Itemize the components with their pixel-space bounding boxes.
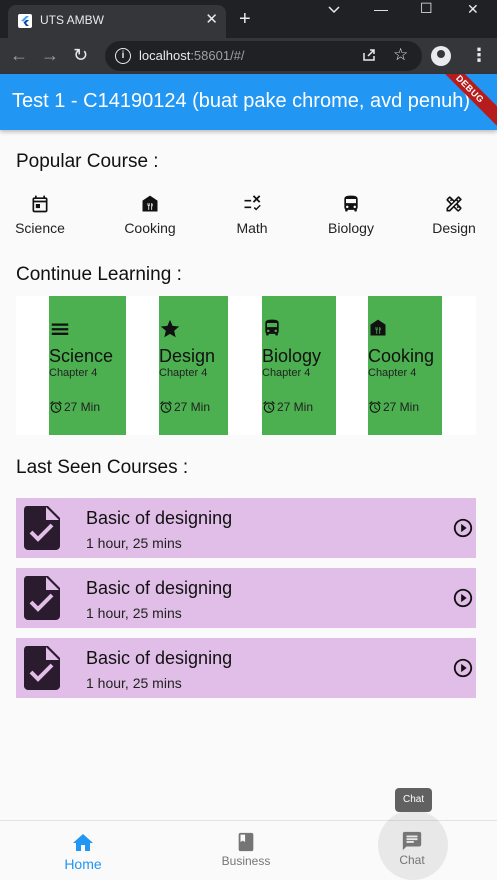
assignment-turned-in-icon [24,646,60,690]
browser-titlebar: UTS AMBW ✕ + — ☐ ✕ [0,0,497,38]
tab-close-icon[interactable]: ✕ [205,11,218,29]
popular-item-label: Cooking [124,220,176,236]
bottom-nav-business[interactable]: Business [163,821,329,877]
bus-icon [265,319,279,336]
last-seen-item[interactable]: Basic of designing 1 hour, 25 mins [16,568,476,628]
last-seen-item[interactable]: Basic of designing 1 hour, 25 mins [16,638,476,698]
bus-icon [344,195,358,212]
app-bar-title: Test 1 - C14190124 (buat pake chrome, av… [12,90,471,112]
home-icon [73,834,93,851]
course-duration: 1 hour, 25 mins [86,675,182,691]
card-duration: 27 Min [49,400,100,414]
flutter-favicon-icon [18,14,32,28]
course-title: Basic of designing [86,578,233,598]
star-icon [160,319,180,338]
popular-item-biology[interactable]: Biology [311,194,391,236]
course-duration: 1 hour, 25 mins [86,535,182,551]
forward-button[interactable]: → [41,44,59,66]
card-duration: 27 Min [368,400,419,414]
maximize-button[interactable]: ☐ [420,0,433,17]
book-icon [238,832,254,852]
bottom-nav-chat[interactable]: Chat [329,820,495,876]
alarm-icon [263,401,275,413]
browser-menu-button[interactable]: ⋮ [470,44,488,66]
popular-item-label: Biology [328,220,374,236]
browser-toolbar: ← → ↻ i localhost:58601/#/ ☆ ⋮ [0,38,497,74]
popular-item-label: Design [432,220,476,236]
card-chapter: Chapter 4 [262,367,311,379]
card-duration: 27 Min [159,400,210,414]
assignment-turned-in-icon [24,506,60,550]
reload-button[interactable]: ↻ [73,44,88,66]
popular-course-heading: Popular Course : [16,151,159,172]
card-chapter: Chapter 4 [159,367,208,379]
bottom-nav-home[interactable]: Home [0,821,166,877]
last-seen-heading: Last Seen Courses : [16,457,189,478]
play-circle-icon[interactable] [452,657,474,679]
learning-card-design[interactable]: Design Chapter 4 27 Min [159,296,228,435]
learning-card-cooking[interactable]: Cooking Chapter 4 27 Min [368,296,442,435]
card-duration: 27 Min [262,400,313,414]
new-tab-button[interactable]: + [239,8,251,30]
share-icon[interactable] [361,47,377,63]
learning-card-biology[interactable]: Biology Chapter 4 27 Min [262,296,336,435]
learning-card-science[interactable]: Science Chapter 4 27 Min [49,296,126,435]
assignment-turned-in-icon [24,576,60,620]
popular-item-label: Science [15,220,65,236]
card-title: Science [49,346,114,366]
url-text[interactable]: localhost:58601/#/ [139,48,245,63]
popular-item-cooking[interactable]: Cooking [110,194,190,236]
list-icon [51,323,69,335]
course-duration: 1 hour, 25 mins [86,605,182,621]
app-bar: Test 1 - C14190124 (buat pake chrome, av… [0,74,497,130]
popular-item-science[interactable]: Science [0,194,80,236]
profile-avatar-icon[interactable] [431,46,451,66]
tab-search-chevron-icon[interactable] [327,4,341,14]
bookmark-star-icon[interactable]: ☆ [393,45,408,65]
card-title: Cooking [368,346,435,366]
storefront-icon [142,195,158,212]
popular-item-label: Math [236,220,268,236]
bottom-nav-label: Chat [399,853,425,867]
tab-title: UTS AMBW [40,13,105,27]
bottom-nav-label: Business [221,854,271,868]
back-button[interactable]: ← [10,44,28,66]
minimize-button[interactable]: — [374,1,388,17]
address-bar[interactable]: i localhost:58601/#/ ☆ [105,41,422,71]
design-tools-icon [446,196,462,212]
course-title: Basic of designing [86,508,233,528]
play-circle-icon[interactable] [452,517,474,539]
chat-icon [402,831,422,851]
storefront-icon [370,319,386,336]
close-window-button[interactable]: ✕ [467,1,479,18]
site-info-icon[interactable]: i [115,48,131,64]
alarm-icon [160,401,172,413]
last-seen-item[interactable]: Basic of designing 1 hour, 25 mins [16,498,476,558]
alarm-icon [50,401,62,413]
card-title: Design [159,346,216,366]
card-title: Biology [262,346,322,366]
popular-item-design[interactable]: Design [414,194,494,236]
math-icon [244,195,261,211]
bottom-nav-label: Home [64,856,102,872]
continue-learning-list[interactable]: Science Chapter 4 27 Min Design Chapter … [16,296,476,435]
calendar-icon [32,195,48,213]
continue-learning-heading: Continue Learning : [16,264,182,285]
popular-item-math[interactable]: Math [212,194,292,236]
play-circle-icon[interactable] [452,587,474,609]
card-chapter: Chapter 4 [368,367,417,379]
card-chapter: Chapter 4 [49,367,98,379]
alarm-icon [369,401,381,413]
chat-tooltip: Chat [395,788,433,812]
course-title: Basic of designing [86,648,233,668]
browser-tab[interactable]: UTS AMBW ✕ [8,5,226,38]
